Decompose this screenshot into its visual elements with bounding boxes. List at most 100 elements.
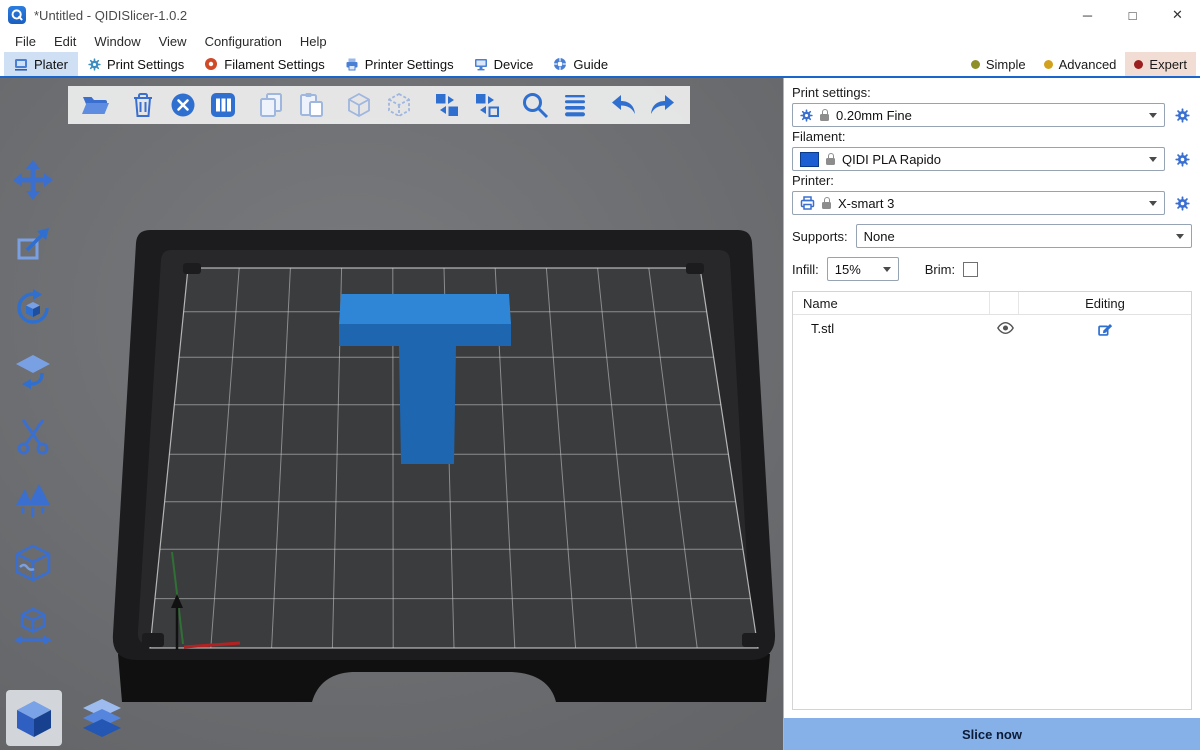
menu-item-file[interactable]: File (6, 34, 45, 49)
printer-label: Printer: (792, 173, 1192, 188)
editor-view-toggle[interactable] (6, 690, 62, 746)
split-to-parts-button[interactable] (470, 89, 504, 121)
menu-item-help[interactable]: Help (291, 34, 336, 49)
undo-button[interactable] (606, 89, 640, 121)
tab-device[interactable]: Device (464, 52, 544, 76)
variable-layer-height-button[interactable] (558, 89, 592, 121)
trash-icon (131, 92, 155, 118)
close-button[interactable]: ✕ (1155, 0, 1200, 30)
lock-icon (820, 114, 829, 121)
settings-sidebar: Print settings: 0.20mm Fine Filament: QI… (783, 78, 1200, 750)
printer-gear-button[interactable] (1172, 196, 1192, 211)
measure-button[interactable] (10, 606, 56, 650)
filament-label: Filament: (792, 129, 1192, 144)
column-header-editing: Editing (1018, 292, 1191, 314)
cut-button[interactable] (10, 414, 56, 458)
window-controls: ─ □ ✕ (1065, 0, 1200, 30)
remove-instance-icon (386, 92, 412, 118)
paste-button[interactable] (294, 89, 328, 121)
object-name: T.stl (793, 321, 991, 336)
scale-icon (13, 224, 53, 264)
add-instance-icon (346, 92, 372, 118)
tab-print-settings[interactable]: Print Settings (78, 52, 194, 76)
copy-button[interactable] (254, 89, 288, 121)
search-button[interactable] (518, 89, 552, 121)
gear-icon (1175, 196, 1190, 211)
print-settings-label: Print settings: (792, 85, 1192, 100)
variable-layer-height-icon (562, 92, 588, 118)
3d-cube-icon (11, 695, 57, 741)
place-on-face-icon (12, 351, 54, 393)
arrange-button[interactable] (206, 89, 240, 121)
tab-guide[interactable]: Guide (543, 52, 618, 76)
paint-support-button[interactable] (10, 478, 56, 522)
viewport-3d[interactable] (0, 78, 783, 750)
guide-icon (553, 57, 567, 71)
chevron-down-icon (883, 267, 891, 272)
menu-item-view[interactable]: View (150, 34, 196, 49)
undo-icon (609, 92, 637, 118)
top-toolbar (68, 86, 690, 124)
printer-combo[interactable]: X-smart 3 (792, 191, 1165, 215)
infill-label: Infill: (792, 262, 819, 277)
bed-scene (0, 78, 783, 750)
delete-button[interactable] (126, 89, 160, 121)
plater-icon (14, 57, 28, 71)
move-button[interactable] (10, 158, 56, 202)
visibility-toggle[interactable] (991, 322, 1019, 334)
object-list: Name Editing T.stl (792, 291, 1192, 710)
add-instance-button[interactable] (342, 89, 376, 121)
search-icon (521, 91, 549, 119)
menu-item-configuration[interactable]: Configuration (196, 34, 291, 49)
open-button[interactable] (78, 89, 112, 121)
tab-printer-settings[interactable]: Printer Settings (335, 52, 464, 76)
redo-icon (649, 92, 677, 118)
supports-combo[interactable]: None (856, 224, 1192, 248)
maximize-button[interactable]: □ (1110, 0, 1155, 30)
infill-combo[interactable]: 15% (827, 257, 899, 281)
gear-icon (1175, 152, 1190, 167)
filament-gear-button[interactable] (1172, 152, 1192, 167)
split-to-objects-button[interactable] (430, 89, 464, 121)
menu-item-edit[interactable]: Edit (45, 34, 85, 49)
delete-all-button[interactable] (166, 89, 200, 121)
printer-settings-tab-icon (345, 57, 359, 71)
tab-plater[interactable]: Plater (4, 52, 78, 76)
rotate-button[interactable] (10, 286, 56, 330)
edit-object-button[interactable] (1019, 321, 1191, 336)
place-on-face-button[interactable] (10, 350, 56, 394)
printer-icon (800, 196, 815, 210)
menu-item-window[interactable]: Window (85, 34, 149, 49)
filament-combo[interactable]: QIDI PLA Rapido (792, 147, 1165, 171)
scale-button[interactable] (10, 222, 56, 266)
redo-button[interactable] (646, 89, 680, 121)
slice-now-button[interactable]: Slice now (784, 718, 1200, 750)
tab-filament-settings[interactable]: Filament Settings (194, 52, 334, 76)
mode-expert[interactable]: Expert (1125, 52, 1196, 76)
menu-bar: File Edit Window View Configuration Help (0, 30, 1200, 52)
left-toolbar (10, 158, 56, 650)
view-toggles (6, 690, 130, 746)
gear-icon (1175, 108, 1190, 123)
brim-checkbox[interactable] (963, 262, 978, 277)
seam-paint-icon (12, 543, 54, 585)
cut-scissors-icon (13, 416, 53, 456)
expert-mode-dot-icon (1134, 60, 1143, 69)
print-settings-gear-button[interactable] (1172, 108, 1192, 123)
object-row-tstl[interactable]: T.stl (793, 315, 1191, 341)
remove-instance-button[interactable] (382, 89, 416, 121)
seam-paint-button[interactable] (10, 542, 56, 586)
simple-mode-dot-icon (971, 60, 980, 69)
edit-object-icon (1098, 321, 1113, 336)
minimize-button[interactable]: ─ (1065, 0, 1110, 30)
measure-icon (12, 607, 54, 649)
mode-advanced[interactable]: Advanced (1035, 52, 1126, 76)
tab-bar-spacer (618, 52, 962, 76)
chevron-down-icon (1149, 113, 1157, 118)
print-settings-tab-icon (88, 58, 101, 71)
mode-simple[interactable]: Simple (962, 52, 1035, 76)
print-settings-combo[interactable]: 0.20mm Fine (792, 103, 1165, 127)
advanced-mode-dot-icon (1044, 60, 1053, 69)
column-header-name: Name (793, 296, 989, 311)
preview-view-toggle[interactable] (74, 690, 130, 746)
